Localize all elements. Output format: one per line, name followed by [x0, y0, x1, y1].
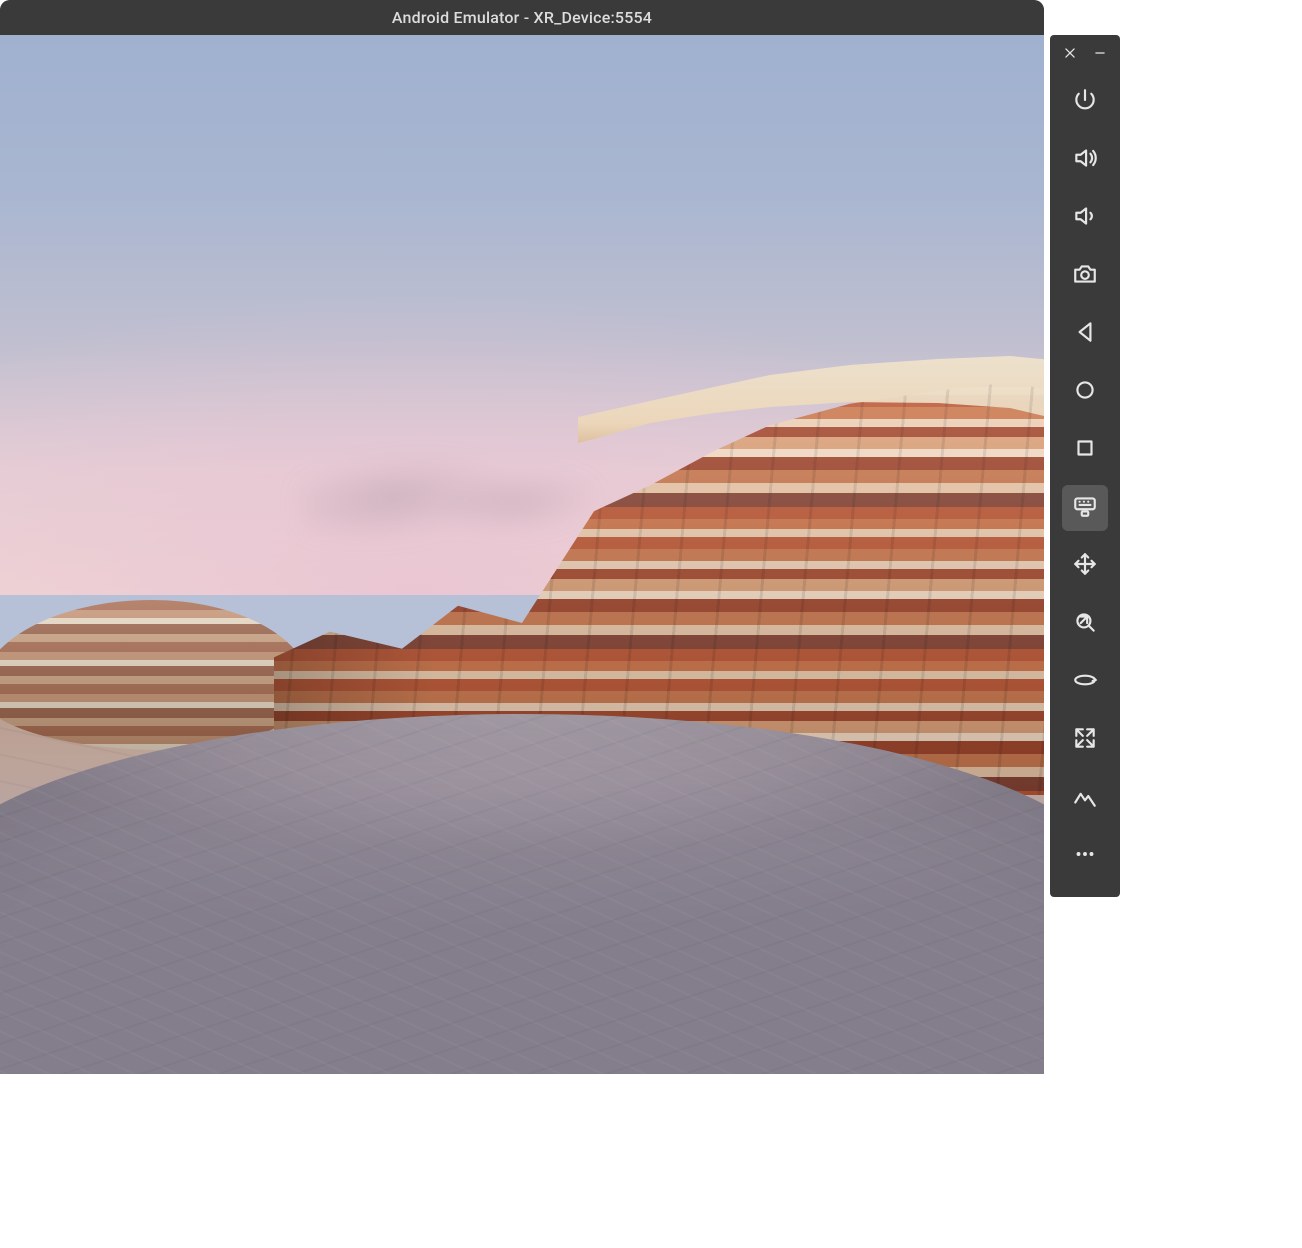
volume-down-button[interactable] [1062, 195, 1108, 241]
move-icon [1072, 551, 1098, 581]
scene-icon [1072, 783, 1098, 813]
screenshot-button[interactable] [1062, 253, 1108, 299]
power-button[interactable] [1062, 79, 1108, 125]
scene-left-mound [0, 600, 310, 750]
emulator-viewport[interactable] [0, 35, 1044, 1074]
minimize-button[interactable] [1089, 43, 1111, 65]
scene-foreground [0, 714, 1044, 1074]
input-mode-button[interactable] [1062, 485, 1108, 531]
more-button[interactable] [1062, 833, 1108, 879]
camera-icon [1072, 261, 1098, 291]
hand-tracking-icon [1072, 493, 1098, 523]
home-icon [1072, 377, 1098, 407]
more-icon [1072, 841, 1098, 871]
back-button[interactable] [1062, 311, 1108, 357]
home-button[interactable] [1062, 369, 1108, 415]
emulator-toolbar [1050, 35, 1120, 897]
back-icon [1072, 319, 1098, 349]
close-button[interactable] [1059, 43, 1081, 65]
background-area-right [1120, 0, 1302, 1248]
virtual-scene-button[interactable] [1062, 775, 1108, 821]
zoom-icon [1072, 609, 1098, 639]
rotate-button[interactable] [1062, 659, 1108, 705]
window-title: Android Emulator - XR_Device:5554 [392, 8, 652, 27]
reset-view-icon [1072, 725, 1098, 755]
minimize-icon [1093, 45, 1107, 64]
volume-down-icon [1072, 203, 1098, 233]
background-area-bottom [0, 1074, 1302, 1248]
titlebar[interactable]: Android Emulator - XR_Device:5554 [0, 0, 1044, 35]
move-button[interactable] [1062, 543, 1108, 589]
volume-up-button[interactable] [1062, 137, 1108, 183]
close-icon [1063, 45, 1077, 64]
emulator-window: Android Emulator - XR_Device:5554 [0, 0, 1044, 1074]
overview-icon [1072, 435, 1098, 465]
reset-view-button[interactable] [1062, 717, 1108, 763]
volume-up-icon [1072, 145, 1098, 175]
power-icon [1072, 87, 1098, 117]
rotate-icon [1072, 667, 1098, 697]
zoom-button[interactable] [1062, 601, 1108, 647]
overview-button[interactable] [1062, 427, 1108, 473]
